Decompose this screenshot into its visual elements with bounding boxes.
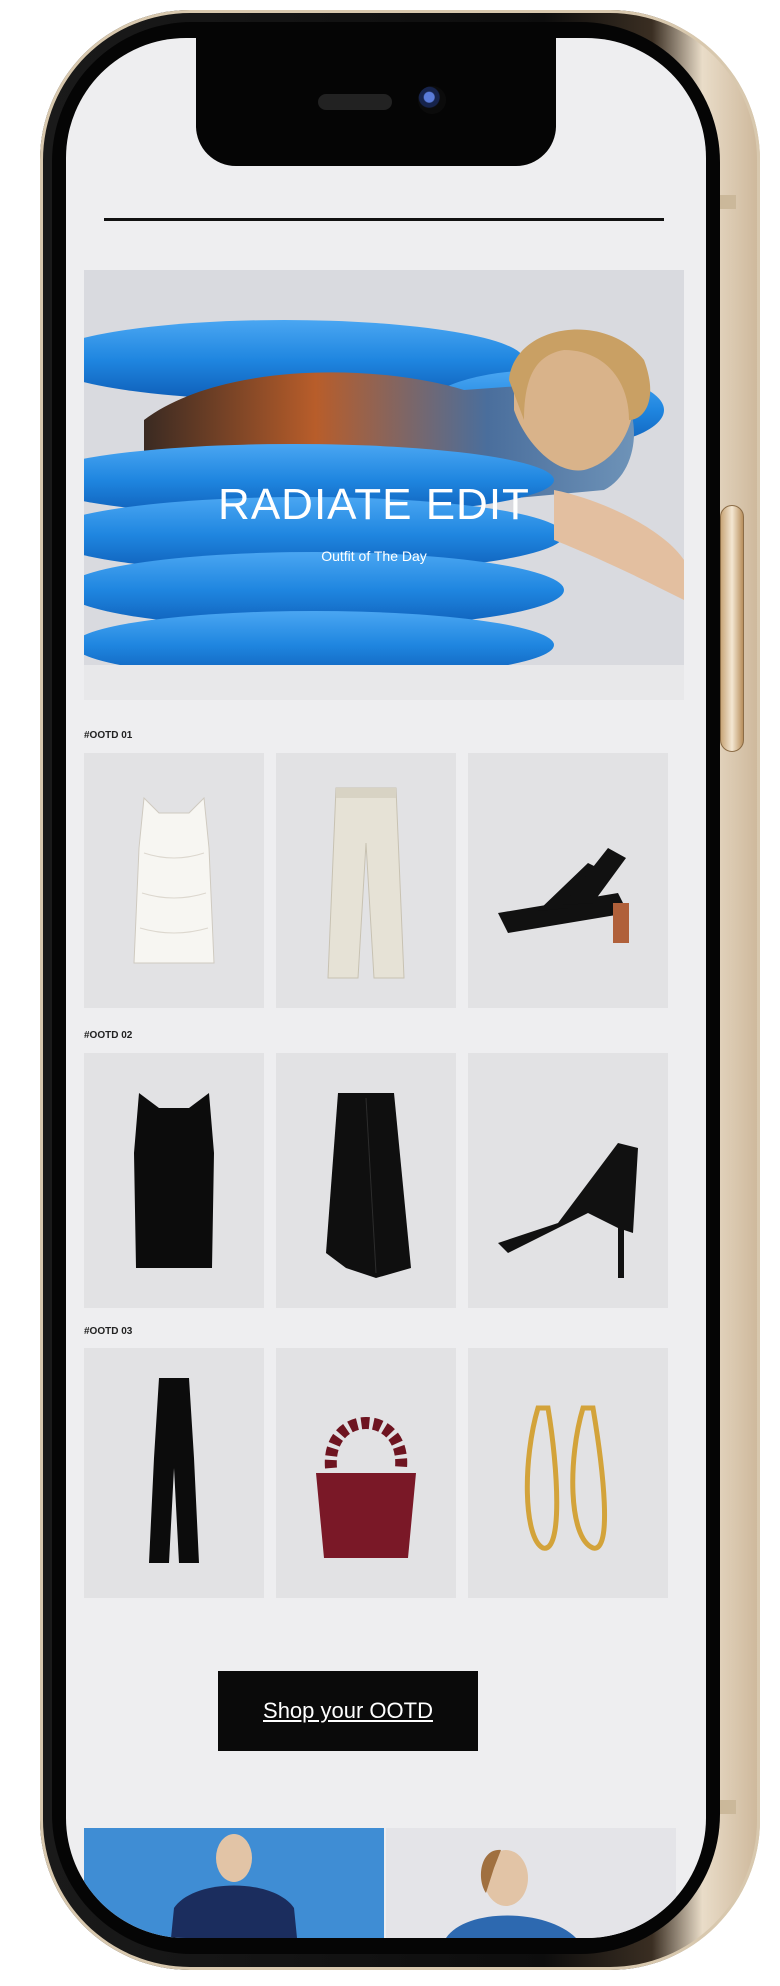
- phone-notch: [196, 38, 556, 166]
- product-card-lace-top[interactable]: [84, 753, 264, 1008]
- product-card-heel[interactable]: [468, 1053, 668, 1308]
- product-card-trousers[interactable]: [276, 753, 456, 1008]
- gold-hoop-earrings-icon: [524, 1405, 607, 1551]
- speaker-grille: [318, 94, 392, 110]
- promo-tile-right[interactable]: [386, 1828, 676, 1938]
- model-photo-icon: [386, 1828, 676, 1938]
- cream-trousers-icon: [327, 787, 405, 979]
- lace-vest-top-icon: [133, 796, 215, 964]
- burgundy-ruched-bag-icon: [316, 1417, 416, 1558]
- app-screen: RADIATE EDIT Outfit of The Day #OOTD 01: [66, 38, 706, 1938]
- promo-tile-left[interactable]: [84, 1828, 384, 1938]
- shop-ootd-button[interactable]: Shop your OOTD: [218, 1671, 478, 1751]
- black-midi-skirt-icon: [326, 1093, 411, 1278]
- black-heeled-sandal-icon: [498, 1143, 638, 1278]
- black-strappy-sandal-icon: [498, 848, 629, 943]
- front-camera-icon: [418, 86, 446, 114]
- black-draped-top-icon: [134, 1093, 214, 1268]
- side-power-button: [720, 505, 744, 752]
- product-card-sandal[interactable]: [468, 753, 668, 1008]
- hero-subtitle: Outfit of The Day: [321, 548, 427, 564]
- black-jumpsuit-icon: [149, 1378, 199, 1563]
- model-photo-icon: [84, 1828, 384, 1938]
- product-card-skirt[interactable]: [276, 1053, 456, 1308]
- ootd-label: #OOTD 02: [84, 1030, 133, 1041]
- product-card-earrings[interactable]: [468, 1348, 668, 1598]
- product-card-bag[interactable]: [276, 1348, 456, 1598]
- header-divider: [104, 218, 664, 221]
- ootd-label: #OOTD 03: [84, 1326, 133, 1337]
- product-card-jumpsuit[interactable]: [84, 1348, 264, 1598]
- product-card-draped-top[interactable]: [84, 1053, 264, 1308]
- hero-banner[interactable]: RADIATE EDIT Outfit of The Day: [84, 270, 684, 700]
- ootd-label: #OOTD 01: [84, 730, 133, 741]
- device-mockup: RADIATE EDIT Outfit of The Day #OOTD 01: [0, 0, 780, 1986]
- hero-title: RADIATE EDIT: [218, 480, 530, 529]
